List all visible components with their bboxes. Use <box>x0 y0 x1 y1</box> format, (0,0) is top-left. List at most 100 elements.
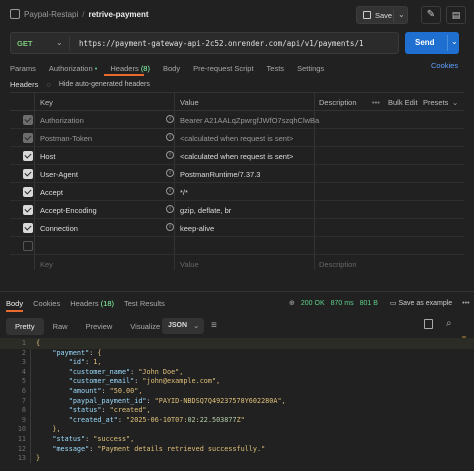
status-code[interactable]: 200 OK <box>301 300 325 307</box>
header-key[interactable]: User-Agent <box>40 170 78 179</box>
key-placeholder[interactable]: Key <box>40 260 53 269</box>
table-row: Postman-Token i <calculated when request… <box>10 129 464 147</box>
response-size[interactable]: 801 B <box>360 300 378 307</box>
table-row: Accept i */* <box>10 183 464 201</box>
edit-icon[interactable]: ✎ <box>421 6 441 24</box>
save-label: Save <box>375 11 393 20</box>
headers-subheader: Headers ◌ Hide auto-generated headers <box>10 80 150 89</box>
info-icon[interactable]: i <box>166 115 174 123</box>
info-icon[interactable]: i <box>166 133 174 141</box>
view-pretty[interactable]: Pretty <box>6 318 44 335</box>
format-select[interactable]: JSON ⌄ <box>162 318 204 334</box>
header-value[interactable]: keep-alive <box>180 224 320 233</box>
header-value[interactable]: gzip, deflate, br <box>180 206 320 215</box>
copy-icon[interactable] <box>424 319 433 329</box>
row-checkbox[interactable] <box>23 223 33 233</box>
row-checkbox[interactable] <box>23 205 33 215</box>
headers-table: Key Value Description ••• Bulk Edit Pres… <box>10 92 464 272</box>
tab-headers[interactable]: Headers (8) <box>110 64 150 73</box>
view-mode-tabs: Pretty Raw Preview Visualize <box>6 318 169 335</box>
header-key[interactable]: Accept <box>40 188 63 197</box>
pane-divider[interactable] <box>0 291 474 292</box>
row-checkbox[interactable] <box>23 151 33 161</box>
row-checkbox[interactable] <box>23 187 33 197</box>
search-icon[interactable]: ⌕ <box>446 318 452 329</box>
documentation-icon[interactable]: ▤ <box>446 6 466 24</box>
response-tab-cookies[interactable]: Cookies <box>33 299 60 308</box>
header-key[interactable]: Host <box>40 152 55 161</box>
code-text: } <box>36 454 41 463</box>
view-preview[interactable]: Preview <box>77 318 122 335</box>
header-value[interactable]: <calculated when request is sent> <box>180 152 320 161</box>
url-bar: GET ⌄ https://payment-gateway-api-2c52.o… <box>10 32 399 54</box>
tab-pre-request-script[interactable]: Pre-request Script <box>193 64 253 73</box>
more-options-icon[interactable]: ••• <box>462 300 469 307</box>
breadcrumb: Paypal-Restapi / retrive-payment <box>10 9 149 19</box>
row-checkbox[interactable] <box>23 169 33 179</box>
description-placeholder[interactable]: Description <box>319 260 357 269</box>
chevron-down-icon[interactable]: ⌄ <box>451 37 458 46</box>
header-value[interactable]: <calculated when request is sent> <box>180 134 320 143</box>
table-row: Authorization i Bearer A21AALqZpwrgfJWfO… <box>10 111 464 129</box>
save-icon: ▭ <box>389 300 397 307</box>
save-as-example-button[interactable]: ▭ Save as example <box>390 299 452 307</box>
row-checkbox[interactable] <box>23 133 33 143</box>
breadcrumb-separator: / <box>82 9 85 19</box>
header-value[interactable]: PostmanRuntime/7.37.3 <box>180 170 320 179</box>
breadcrumb-collection[interactable]: Paypal-Restapi <box>24 10 78 19</box>
table-header: Key Value Description ••• Bulk Edit Pres… <box>10 92 464 111</box>
header-value[interactable]: */* <box>180 188 320 197</box>
wrap-lines-icon[interactable]: ≡ <box>211 320 217 331</box>
column-description: Description <box>319 98 357 107</box>
tab-params[interactable]: Params <box>10 64 36 73</box>
globe-icon[interactable]: ⊕ <box>289 299 295 307</box>
breadcrumb-request-name[interactable]: retrive-payment <box>88 10 148 19</box>
info-icon[interactable]: i <box>166 223 174 231</box>
header-key[interactable]: Connection <box>40 224 78 233</box>
view-raw[interactable]: Raw <box>44 318 77 335</box>
header-key[interactable]: Postman-Token <box>40 134 92 143</box>
line-number: 13 <box>17 454 26 463</box>
url-input[interactable]: https://payment-gateway-api-2c52.onrende… <box>79 39 363 48</box>
more-options-icon[interactable]: ••• <box>372 98 380 107</box>
row-checkbox[interactable] <box>23 115 33 125</box>
cookies-link[interactable]: Cookies <box>431 61 458 70</box>
hide-auto-headers-toggle[interactable]: Hide auto-generated headers <box>59 81 150 88</box>
tab-body[interactable]: Body <box>163 64 180 73</box>
response-headers-count: (18) <box>100 299 115 308</box>
chevron-down-icon: ⌄ <box>193 321 200 330</box>
table-row-placeholder: Key Value Description <box>10 255 464 273</box>
method-select[interactable]: GET <box>17 39 32 48</box>
chevron-down-icon[interactable]: ⌄ <box>398 10 405 19</box>
response-status: ⊕ 200 OK 870 ms 801 B ▭ Save as example … <box>289 299 470 308</box>
response-time[interactable]: 870 ms <box>331 300 354 307</box>
tab-authorization[interactable]: Authorization • <box>49 64 98 73</box>
headers-title: Headers <box>10 80 39 89</box>
tab-tests[interactable]: Tests <box>267 64 285 73</box>
table-row: Host i <calculated when request is sent> <box>10 147 464 165</box>
response-tab-headers[interactable]: Headers (18) <box>70 299 114 308</box>
header-key[interactable]: Accept-Encoding <box>40 206 97 215</box>
info-icon[interactable]: i <box>166 151 174 159</box>
info-icon[interactable]: i <box>166 205 174 213</box>
header-value[interactable]: Bearer A21AALqZpwrgfJWfO7szqhClwBa... <box>180 116 320 125</box>
header-key[interactable]: Authorization <box>40 116 84 125</box>
response-tab-body[interactable]: Body <box>6 299 23 308</box>
chevron-down-icon[interactable]: ⌄ <box>452 98 458 107</box>
response-tab-test-results[interactable]: Test Results <box>124 299 165 308</box>
send-button[interactable]: Send ⌄ <box>405 32 459 54</box>
table-row: Accept-Encoding i gzip, deflate, br <box>10 201 464 219</box>
tab-headers-count: (8) <box>140 63 150 73</box>
tab-settings[interactable]: Settings <box>297 64 324 73</box>
info-icon[interactable]: i <box>166 187 174 195</box>
presets-dropdown[interactable]: Presets <box>423 98 448 107</box>
row-checkbox[interactable] <box>23 241 33 251</box>
save-button[interactable]: Save ⌄ <box>356 6 408 24</box>
value-placeholder[interactable]: Value <box>180 260 199 269</box>
response-body[interactable]: 1{2 "payment": {3 "id": 1, 4 "customer_na… <box>0 336 474 471</box>
bulk-edit-button[interactable]: Bulk Edit <box>388 98 418 107</box>
info-icon[interactable]: i <box>166 169 174 177</box>
eye-off-icon[interactable]: ◌ <box>46 80 50 89</box>
chevron-down-icon[interactable]: ⌄ <box>56 38 63 47</box>
http-request-icon <box>10 9 20 19</box>
